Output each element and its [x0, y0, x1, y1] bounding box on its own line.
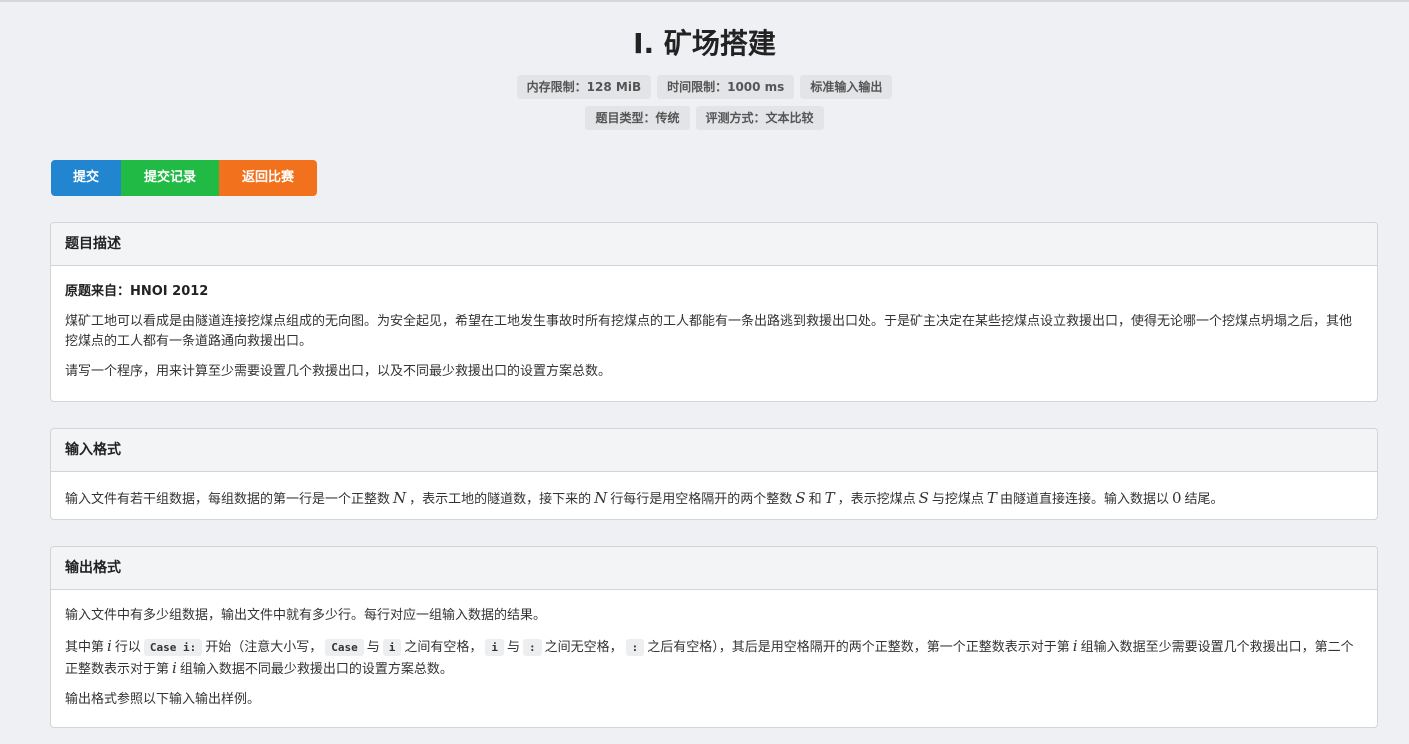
inline-code: Case i: [143, 639, 203, 656]
output-format-paragraph: 其中第 i 行以 Case i: 开始（注意大小写， Case 与 i 之间有空格， i 与: 之间无… [65, 637, 1354, 677]
math-var: S [795, 489, 806, 507]
math-var: N [594, 489, 608, 507]
limits-row: 内存限制：128 MiB 时间限制：1000 ms 标准输入输出 [0, 75, 1409, 99]
output-format-paragraph: 输入文件中有多少组数据，输出文件中就有多少行。每行对应一组输入数据的结果。 [65, 608, 547, 623]
math-var: N [393, 489, 407, 507]
math-var: i [1072, 637, 1078, 655]
meta-row: 题目类型：传统 评测方式：文本比较 [0, 106, 1409, 130]
math-var: i [107, 637, 112, 655]
input-format-heading: 输入格式 [51, 429, 1377, 472]
description-paragraph: 煤矿工地可以看成是由隧道连接挖煤点组成的无向图。为安全起见，希望在工地发生事故时… [65, 314, 1353, 349]
inline-code: Case [325, 639, 364, 656]
memory-limit-label: 内存限制：128 MiB [516, 75, 652, 99]
problem-type-label: 题目类型：传统 [585, 106, 690, 130]
judge-method-label: 评测方式：文本比较 [695, 106, 824, 130]
input-format-section: 输入格式 输入文件有若干组数据，每组数据的第一行是一个正整数 N ，表示工地的隧道数… [50, 428, 1378, 520]
output-format-paragraph: 输出格式参照以下输入输出样例。 [65, 692, 261, 707]
time-limit-label: 时间限制：1000 ms [657, 75, 795, 99]
problem-source: 原题来自：HNOI 2012 [65, 284, 209, 299]
math-var: T [824, 489, 835, 507]
io-mode-label: 标准输入输出 [800, 75, 893, 99]
inline-code: : [625, 639, 645, 656]
math-var: i [172, 659, 177, 677]
description-paragraph: 请写一个程序，用来计算至少需要设置几个救援出口，以及不同最少救援出口的设置方案总… [65, 364, 612, 379]
math-var: S [918, 489, 929, 507]
description-heading: 题目描述 [51, 223, 1377, 266]
page-title: I. 矿场搭建 [633, 27, 776, 60]
inline-code: : [523, 639, 542, 656]
inline-code: i [485, 639, 504, 656]
input-format-text: 输入文件有若干组数据，每组数据的第一行是一个正整数 N ，表示工地的隧道数，接下来的… [65, 489, 1224, 507]
back-to-contest-button[interactable]: 返回比赛 [219, 160, 317, 196]
math-var: T [986, 489, 997, 507]
submit-button[interactable]: 提交 [51, 160, 121, 196]
action-buttons: 提交 提交记录 返回比赛 [51, 160, 317, 196]
output-format-heading: 输出格式 [51, 547, 1377, 590]
output-format-section: 输出格式 输入文件中有多少组数据，输出文件中就有多少行。每行对应一组输入数据的结… [50, 546, 1378, 728]
math-var: 0 [1171, 489, 1182, 507]
description-section: 题目描述 原题来自：HNOI 2012 煤矿工地可以看成是由隧道连接挖煤点组成的… [50, 222, 1378, 402]
inline-code: i [382, 639, 402, 656]
submission-records-button[interactable]: 提交记录 [121, 160, 219, 196]
